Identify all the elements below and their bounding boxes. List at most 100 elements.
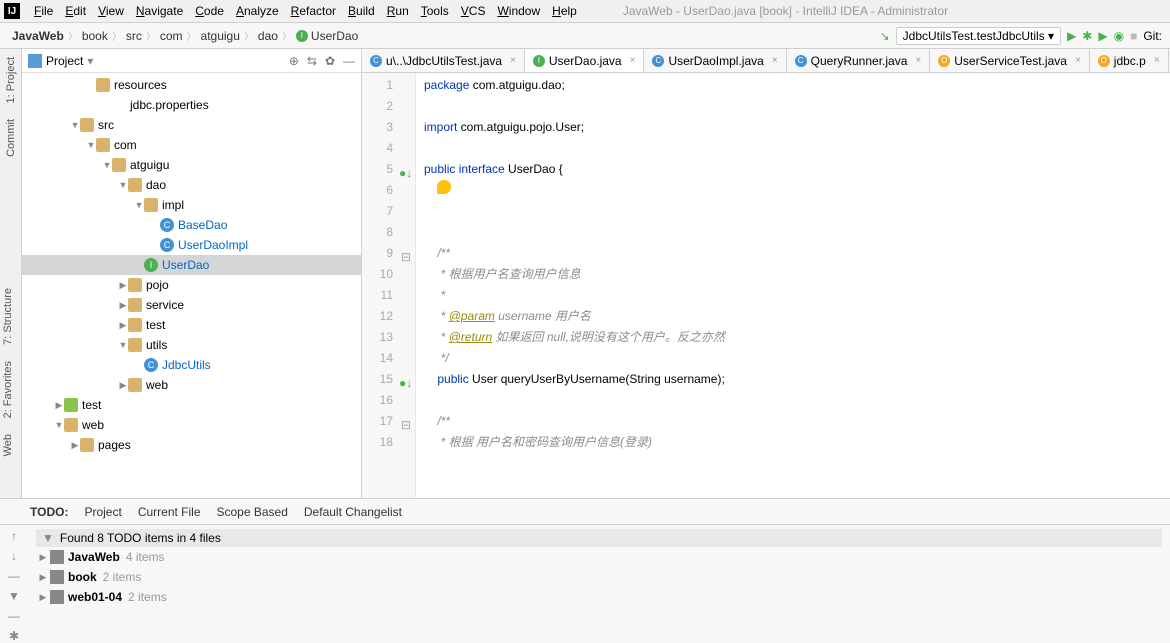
tree-node-test[interactable]: ▶test (22, 395, 361, 415)
tool-tab-web[interactable]: Web (0, 426, 16, 464)
autoscroll-icon[interactable]: ✱ (9, 629, 19, 643)
tree-node-jdbcutils[interactable]: CJdbcUtils (22, 355, 361, 375)
tree-node-utils[interactable]: ▼utils (22, 335, 361, 355)
code-body[interactable]: package com.atguigu.dao; import com.atgu… (416, 73, 1170, 498)
editor-tab[interactable]: Cu\..\JdbcUtilsTest.java× (362, 49, 525, 72)
project-view-label[interactable]: Project (46, 54, 83, 68)
tool-tab-structure[interactable]: 7: Structure (0, 280, 16, 353)
stop-icon[interactable]: ■ (1130, 29, 1137, 43)
todo-tab[interactable]: Project (84, 505, 121, 519)
menu-view[interactable]: View (92, 2, 130, 20)
tree-node-pojo[interactable]: ▶pojo (22, 275, 361, 295)
tree-node-jdbc.properties[interactable]: jdbc.properties (22, 95, 361, 115)
menu-refactor[interactable]: Refactor (285, 2, 342, 20)
editor-tab[interactable]: CQueryRunner.java× (787, 49, 931, 72)
coverage-icon[interactable]: ▶ (1098, 29, 1107, 43)
run-config-dropdown[interactable]: JdbcUtilsTest.testJdbcUtils ▾ (896, 27, 1061, 45)
tree-node-resources[interactable]: resources (22, 75, 361, 95)
tree-node-userdao[interactable]: IUserDao (22, 255, 361, 275)
file-type-icon: C (652, 55, 664, 67)
tree-node-dao[interactable]: ▼dao (22, 175, 361, 195)
menu-code[interactable]: Code (189, 2, 230, 20)
menu-run[interactable]: Run (381, 2, 415, 20)
folder-icon (96, 138, 110, 152)
run-icon[interactable]: ▶ (1067, 29, 1076, 43)
folder-icon (144, 198, 158, 212)
menu-build[interactable]: Build (342, 2, 381, 20)
settings-icon[interactable]: ✿ (325, 54, 335, 68)
hide-icon[interactable]: — (343, 54, 355, 68)
todo-toolbar: ↑ ↓ — ▼ — ✱ (0, 525, 28, 643)
tree-node-service[interactable]: ▶service (22, 295, 361, 315)
todo-group[interactable]: ▶web01-042 items (36, 587, 1162, 607)
collapse-icon[interactable]: ↓ (11, 549, 17, 563)
locate-icon[interactable]: ⊕ (289, 54, 299, 68)
build-icon[interactable]: ↘ (880, 29, 890, 43)
debug-icon[interactable]: ✱ (1082, 29, 1092, 43)
todo-group[interactable]: ▶book2 items (36, 567, 1162, 587)
tree-node-pages[interactable]: ▶pages (22, 435, 361, 455)
tool-tab-commit[interactable]: Commit (3, 111, 19, 165)
tab-label: jdbc.p (1114, 54, 1146, 68)
menu-vcs[interactable]: VCS (455, 2, 492, 20)
editor-tab[interactable]: Ojdbc.p× (1090, 49, 1169, 72)
menu-bar: IJ FileEditViewNavigateCodeAnalyzeRefact… (0, 0, 1170, 23)
menu-window[interactable]: Window (491, 2, 546, 20)
close-icon[interactable]: × (1154, 55, 1160, 66)
breadcrumb-book[interactable]: book (78, 29, 112, 43)
gutter-implements-icon[interactable]: ●↓ (399, 163, 411, 175)
tool-tab-favorites[interactable]: 2: Favorites (0, 353, 16, 426)
breadcrumb-atguigu[interactable]: atguigu (197, 29, 244, 43)
tree-node-com[interactable]: ▼com (22, 135, 361, 155)
breadcrumb-javaweb[interactable]: JavaWeb (8, 29, 68, 43)
tree-node-basedao[interactable]: CBaseDao (22, 215, 361, 235)
todo-group[interactable]: ▶JavaWeb4 items (36, 547, 1162, 567)
todo-tab[interactable]: TODO: (30, 505, 68, 519)
editor-tab[interactable]: CUserDaoImpl.java× (644, 49, 786, 72)
fold-icon[interactable]: ⊟ (399, 415, 411, 427)
tree-node-web[interactable]: ▼web (22, 415, 361, 435)
tree-node-test[interactable]: ▶test (22, 315, 361, 335)
tree-node-web[interactable]: ▶web (22, 375, 361, 395)
fold-icon[interactable]: ⊟ (399, 247, 411, 259)
collapse-icon[interactable]: ⇆ (307, 54, 317, 68)
code-editor[interactable]: 12345●↓6789⊟101112131415●↓1617⊟18 packag… (362, 73, 1170, 498)
editor-tab[interactable]: OUserServiceTest.java× (930, 49, 1090, 72)
close-icon[interactable]: × (510, 55, 516, 66)
editor-tabs: Cu\..\JdbcUtilsTest.java×IUserDao.java×C… (362, 49, 1170, 73)
gutter-implements-icon[interactable]: ●↓ (399, 373, 411, 385)
tree-node-atguigu[interactable]: ▼atguigu (22, 155, 361, 175)
tool-tab-project[interactable]: 1: Project (3, 49, 19, 111)
app-logo: IJ (4, 3, 20, 19)
file-type-icon: C (795, 55, 807, 67)
profile-icon[interactable]: ◉ (1114, 29, 1124, 43)
project-tree[interactable]: resources jdbc.properties▼src▼com▼atguigu… (22, 73, 361, 498)
filter-icon[interactable]: ▼ (8, 589, 20, 603)
folder-icon (128, 318, 142, 332)
menu-help[interactable]: Help (546, 2, 583, 20)
todo-tab[interactable]: Default Changelist (304, 505, 402, 519)
close-icon[interactable]: × (1075, 55, 1081, 66)
close-icon[interactable]: × (915, 55, 921, 66)
tree-label: resources (114, 78, 167, 92)
menu-navigate[interactable]: Navigate (130, 2, 189, 20)
breadcrumb-com[interactable]: com (156, 29, 187, 43)
tab-label: u\..\JdbcUtilsTest.java (386, 54, 502, 68)
editor-tab[interactable]: IUserDao.java× (525, 49, 645, 72)
tree-node-userdaoimpl[interactable]: CUserDaoImpl (22, 235, 361, 255)
todo-tab[interactable]: Scope Based (217, 505, 288, 519)
menu-edit[interactable]: Edit (59, 2, 92, 20)
menu-tools[interactable]: Tools (415, 2, 455, 20)
close-icon[interactable]: × (772, 55, 778, 66)
menu-file[interactable]: File (28, 2, 59, 20)
todo-tab[interactable]: Current File (138, 505, 201, 519)
close-icon[interactable]: × (630, 55, 636, 66)
tree-node-src[interactable]: ▼src (22, 115, 361, 135)
breadcrumb-src[interactable]: src (122, 29, 146, 43)
menu-analyze[interactable]: Analyze (230, 2, 285, 20)
expand-icon[interactable]: ↑ (11, 529, 17, 543)
tree-node-impl[interactable]: ▼impl (22, 195, 361, 215)
breadcrumb-dao[interactable]: dao (254, 29, 282, 43)
cls-icon: C (160, 218, 174, 232)
breadcrumb-userdao[interactable]: IUserDao (292, 29, 362, 43)
